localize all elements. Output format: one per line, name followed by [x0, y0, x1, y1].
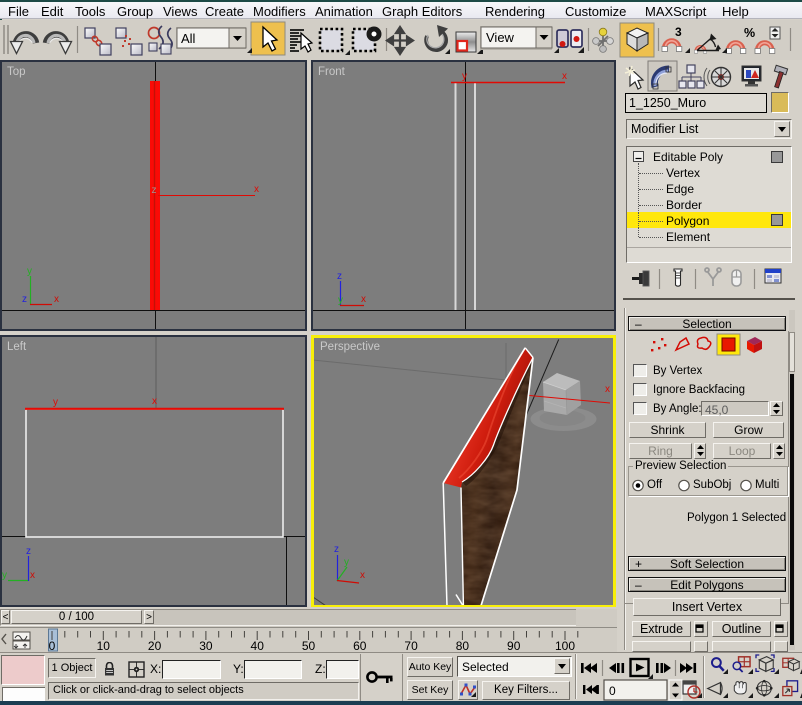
- svg-text:40: 40: [251, 639, 265, 652]
- svg-text:Front: Front: [318, 66, 346, 78]
- svg-text:y: y: [462, 71, 467, 82]
- svg-text:View: View: [486, 30, 515, 45]
- svg-text:x: x: [254, 184, 259, 195]
- svg-text:z: z: [152, 185, 157, 196]
- svg-text:z: z: [26, 546, 31, 557]
- svg-text:90: 90: [507, 639, 521, 652]
- svg-text:70: 70: [404, 639, 418, 652]
- svg-text:0: 0: [609, 684, 616, 698]
- svg-text:z: z: [337, 271, 342, 282]
- svg-text:x: x: [54, 294, 59, 305]
- svg-text:z: z: [22, 294, 27, 305]
- svg-text:y: y: [53, 397, 58, 408]
- svg-text:3: 3: [675, 25, 682, 39]
- svg-text:20: 20: [148, 639, 162, 652]
- svg-text:y: y: [338, 295, 343, 306]
- svg-text:x: x: [360, 570, 365, 581]
- svg-text:Top: Top: [7, 66, 26, 78]
- svg-text:x: x: [30, 570, 35, 581]
- svg-text:y: y: [2, 570, 7, 581]
- svg-text:%: %: [744, 26, 755, 40]
- svg-text:50: 50: [302, 639, 316, 652]
- svg-text:All: All: [181, 31, 196, 46]
- svg-text:x: x: [361, 294, 366, 305]
- svg-text:y: y: [27, 266, 32, 277]
- svg-text:Left: Left: [7, 341, 27, 353]
- svg-text:0: 0: [49, 639, 56, 652]
- svg-text:z: z: [334, 544, 339, 555]
- svg-text:30: 30: [199, 639, 213, 652]
- svg-text:x: x: [152, 396, 157, 407]
- svg-text:10: 10: [97, 639, 111, 652]
- svg-text:y: y: [344, 557, 349, 568]
- svg-text:Perspective: Perspective: [320, 341, 380, 353]
- svg-text:x: x: [605, 384, 610, 395]
- svg-text:100: 100: [555, 639, 575, 652]
- svg-text:60: 60: [353, 639, 367, 652]
- svg-text:80: 80: [456, 639, 470, 652]
- svg-text:x: x: [562, 71, 567, 82]
